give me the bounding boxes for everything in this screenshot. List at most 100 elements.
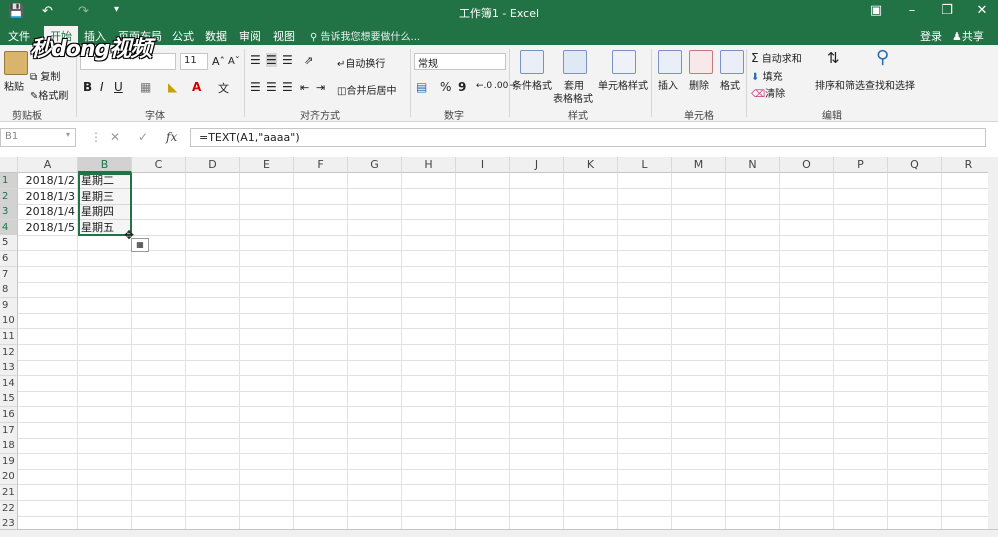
format-as-table-icon[interactable]: [563, 50, 587, 74]
format-cells-icon[interactable]: [720, 50, 744, 74]
find-select-label[interactable]: 查找和选择: [865, 77, 915, 92]
column-header-m[interactable]: M: [672, 157, 726, 173]
border-icon[interactable]: ▦: [140, 80, 151, 94]
ribbon-display-icon[interactable]: ▣: [866, 3, 886, 18]
tab-view[interactable]: 视图: [273, 28, 295, 44]
paste-label[interactable]: 粘贴: [4, 78, 24, 93]
align-left-icon[interactable]: ☰: [250, 80, 261, 94]
row-header-12[interactable]: 12: [0, 344, 18, 361]
align-bottom-icon[interactable]: ☰: [282, 53, 293, 67]
find-select-icon[interactable]: ⚲: [876, 47, 889, 68]
column-header-c[interactable]: C: [132, 157, 186, 173]
percent-button[interactable]: %: [440, 80, 451, 94]
align-middle-icon[interactable]: ☰: [266, 53, 277, 67]
row-header-21[interactable]: 21: [0, 485, 18, 501]
row-header-16[interactable]: 16: [0, 407, 18, 423]
copy-button[interactable]: ⧉ 复制: [30, 68, 60, 83]
font-color-icon[interactable]: A: [192, 80, 201, 94]
name-box-dropdown-icon[interactable]: ▾: [66, 130, 70, 139]
vertical-scrollbar[interactable]: [988, 157, 998, 529]
cancel-icon[interactable]: ✕: [110, 130, 120, 144]
insert-cells-label[interactable]: 插入: [658, 77, 678, 92]
cell-a1[interactable]: 2018/1/2: [18, 173, 77, 189]
bold-button[interactable]: B: [83, 80, 92, 94]
delete-cells-label[interactable]: 删除: [689, 77, 709, 92]
phonetic-icon[interactable]: 文: [218, 80, 229, 96]
insert-function-icon[interactable]: fx: [166, 130, 177, 144]
minimize-icon[interactable]: –: [902, 3, 922, 18]
insert-cells-icon[interactable]: [658, 50, 682, 74]
tab-review[interactable]: 审阅: [239, 28, 261, 44]
cell-a4[interactable]: 2018/1/5: [18, 220, 77, 236]
column-header-q[interactable]: Q: [888, 157, 942, 173]
format-cells-label[interactable]: 格式: [720, 77, 740, 92]
cell-a3[interactable]: 2018/1/4: [18, 204, 77, 220]
paste-icon[interactable]: [4, 51, 28, 75]
column-header-h[interactable]: H: [402, 157, 456, 173]
tab-file[interactable]: 文件: [8, 28, 30, 44]
row-header-23[interactable]: 23: [0, 516, 18, 529]
cell-a2[interactable]: 2018/1/3: [18, 189, 77, 205]
row-header-2[interactable]: 2: [0, 188, 18, 205]
enter-icon[interactable]: ✓: [138, 130, 148, 144]
sort-filter-label[interactable]: 排序和筛选: [815, 77, 865, 92]
row-header-15[interactable]: 15: [0, 391, 18, 408]
merge-center-button[interactable]: ◫合并后居中: [337, 82, 396, 97]
column-header-l[interactable]: L: [618, 157, 672, 173]
delete-cells-icon[interactable]: [689, 50, 713, 74]
number-format-dropdown[interactable]: 常规: [414, 53, 506, 70]
column-header-f[interactable]: F: [294, 157, 348, 173]
conditional-format-icon[interactable]: [520, 50, 544, 74]
row-header-17[interactable]: 17: [0, 422, 18, 439]
fill-button[interactable]: ⬇ 填充: [751, 68, 783, 83]
align-center-icon[interactable]: ☰: [266, 80, 277, 94]
column-header-k[interactable]: K: [564, 157, 618, 173]
increase-indent-icon[interactable]: ⇥: [316, 81, 325, 94]
formula-input[interactable]: =TEXT(A1,"aaaa"): [190, 128, 986, 147]
column-header-b[interactable]: B: [78, 157, 132, 173]
row-header-18[interactable]: 18: [0, 438, 18, 455]
row-header-20[interactable]: 20: [0, 469, 18, 486]
column-header-d[interactable]: D: [186, 157, 240, 173]
column-header-r[interactable]: R: [942, 157, 988, 173]
italic-button[interactable]: I: [100, 80, 104, 94]
row-header-13[interactable]: 13: [0, 360, 18, 377]
fill-color-icon[interactable]: ◣: [168, 80, 177, 94]
comma-button[interactable]: 9: [458, 80, 466, 94]
align-top-icon[interactable]: ☰: [250, 53, 261, 67]
row-header-9[interactable]: 9: [0, 297, 18, 314]
column-header-g[interactable]: G: [348, 157, 402, 173]
row-header-22[interactable]: 22: [0, 500, 18, 517]
auto-fill-options-icon[interactable]: ▦: [131, 238, 149, 252]
row-header-5[interactable]: 5: [0, 235, 18, 252]
conditional-format-label[interactable]: 条件格式: [512, 77, 552, 92]
accounting-icon[interactable]: ▤: [416, 80, 427, 94]
row-header-6[interactable]: 6: [0, 251, 18, 267]
share-button[interactable]: ♟共享: [952, 28, 984, 44]
row-header-8[interactable]: 8: [0, 282, 18, 299]
format-as-table-label-2[interactable]: 表格格式: [553, 90, 593, 105]
tab-data[interactable]: 数据: [205, 28, 227, 44]
wrap-text-button[interactable]: ↵自动换行: [337, 55, 385, 70]
name-box[interactable]: B1: [0, 128, 76, 147]
cell-styles-label[interactable]: 单元格样式: [598, 77, 648, 92]
column-header-p[interactable]: P: [834, 157, 888, 173]
decrease-indent-icon[interactable]: ⇤: [300, 81, 309, 94]
clear-button[interactable]: ⌫清除: [751, 85, 785, 100]
column-header-a[interactable]: A: [18, 157, 78, 173]
font-size-dropdown[interactable]: 11: [180, 53, 208, 70]
align-right-icon[interactable]: ☰: [282, 80, 293, 94]
select-all-corner[interactable]: [0, 157, 18, 173]
underline-button[interactable]: U: [114, 80, 123, 94]
orientation-icon[interactable]: ⇗: [304, 54, 313, 67]
close-icon[interactable]: ✕: [972, 3, 992, 18]
row-header-19[interactable]: 19: [0, 453, 18, 470]
row-header-7[interactable]: 7: [0, 266, 18, 283]
sort-filter-icon[interactable]: ⇅: [827, 49, 840, 67]
column-header-j[interactable]: J: [510, 157, 564, 173]
increase-decimal-icon[interactable]: ←.0: [476, 81, 492, 91]
row-header-3[interactable]: 3: [0, 204, 18, 221]
restore-icon[interactable]: ❐: [937, 3, 957, 18]
shrink-font-icon[interactable]: Aˇ: [228, 56, 240, 67]
login-link[interactable]: 登录: [920, 28, 942, 44]
